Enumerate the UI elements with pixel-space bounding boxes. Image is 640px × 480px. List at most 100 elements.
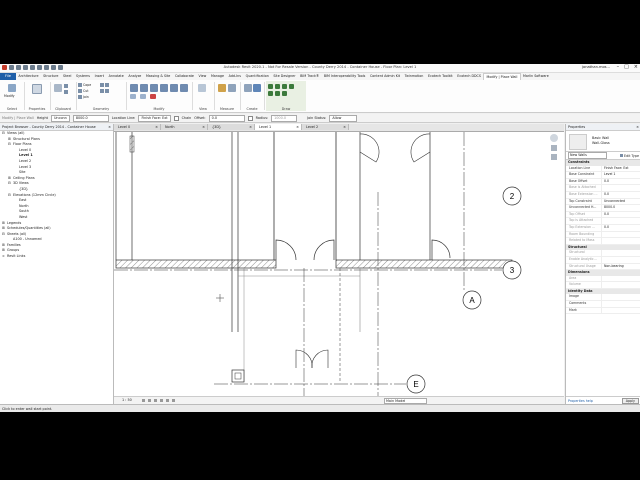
array-icon[interactable] (130, 94, 136, 99)
door-right-leaf[interactable] (313, 239, 335, 261)
property-value[interactable] (601, 231, 640, 238)
drawing-canvas[interactable]: 2 3 A E D B (114, 132, 564, 412)
grid-bubble-3[interactable]: 3 (502, 260, 522, 280)
temporary-hide-icon[interactable] (172, 399, 175, 402)
view-tab[interactable]: Level 1 × (255, 124, 302, 130)
polygon-draw-icon[interactable] (282, 84, 287, 89)
view-tab[interactable]: North × (161, 124, 208, 130)
close-icon[interactable]: × (202, 124, 205, 130)
move-icon[interactable] (160, 84, 168, 92)
paint-icon[interactable] (100, 89, 110, 93)
close-icon[interactable]: × (296, 124, 299, 130)
create-assembly-icon[interactable] (244, 84, 252, 92)
maximize-icon[interactable]: □ (624, 64, 629, 70)
edit-type-button[interactable]: Edit Type (619, 153, 639, 158)
close-icon[interactable]: × (636, 124, 639, 130)
ribbon-tab[interactable]: Analyze (126, 73, 144, 80)
property-value[interactable] (601, 294, 640, 301)
view-scale[interactable]: 1 : 50 (122, 398, 132, 402)
ribbon-tab[interactable]: Manage (209, 73, 227, 80)
ribbon-tab[interactable]: BIM Interoperability Tools (322, 73, 368, 80)
property-value[interactable] (601, 185, 640, 191)
property-value[interactable]: 0.0 (601, 211, 640, 218)
door-lower-right[interactable] (311, 349, 329, 369)
copy-clip-icon[interactable] (64, 90, 69, 94)
minimize-icon[interactable]: – (617, 64, 620, 70)
grid-bubble-2[interactable]: 2 (502, 186, 522, 206)
join-button[interactable]: Join (78, 95, 89, 99)
modify-cursor-icon[interactable] (8, 84, 16, 92)
property-value[interactable]: Non-bearing (601, 263, 640, 270)
circle-draw-icon[interactable] (289, 84, 294, 89)
rectangle-draw-icon[interactable] (275, 84, 280, 89)
height-input[interactable]: 8000.0 (72, 114, 109, 122)
offset-icon[interactable] (140, 84, 148, 92)
type-selector[interactable]: Basic Wall Wall-Glass (566, 131, 640, 152)
ribbon-tab[interactable]: Marlin Software (521, 73, 551, 80)
offset-input[interactable]: 0.0 (208, 114, 245, 122)
property-value[interactable] (601, 301, 640, 307)
ribbon-tab[interactable]: Content Admin Kit (368, 73, 403, 80)
ribbon-tab[interactable]: Add-Ins (226, 73, 243, 80)
property-value[interactable] (601, 307, 640, 314)
ribbon-tab[interactable]: Annotate (106, 73, 126, 80)
ribbon-tab[interactable]: Twinmotion (402, 73, 425, 80)
height-dropdown[interactable]: Unconn (50, 114, 70, 122)
user-name[interactable]: jonathan.mos... (582, 65, 610, 69)
delete-icon[interactable] (150, 94, 156, 99)
shadows-icon[interactable] (160, 399, 163, 402)
ribbon-tab[interactable]: Ecotech DDCS (455, 73, 483, 80)
location-line-dropdown[interactable]: Finish Face: Ext (138, 114, 171, 122)
ribbon-tab[interactable]: Ecotech Toolkit (426, 73, 455, 80)
chain-checkbox[interactable] (173, 115, 179, 121)
property-value[interactable] (601, 218, 640, 224)
modify-button[interactable]: Modify (4, 94, 15, 98)
property-value[interactable]: Finish Face: Ext (601, 165, 640, 172)
radius-checkbox[interactable] (247, 115, 253, 121)
close-icon[interactable]: × (108, 124, 111, 130)
view-tab[interactable]: {3D} × (208, 124, 255, 130)
property-value[interactable] (601, 275, 640, 282)
view-tab[interactable]: Level 2 × (302, 124, 349, 130)
close-icon[interactable]: × (155, 124, 158, 130)
property-value[interactable]: 0.0 (601, 224, 640, 231)
scale-icon[interactable] (140, 94, 146, 99)
cut-button[interactable]: Cut (78, 89, 89, 93)
property-value[interactable]: 0.0 (601, 178, 640, 185)
arc-draw-icon[interactable] (268, 91, 273, 96)
property-value[interactable]: Unconnected (601, 198, 640, 205)
ribbon-tab[interactable]: View (196, 73, 208, 80)
close-icon[interactable]: × (249, 124, 252, 130)
ribbon-tab[interactable]: Steel (61, 73, 74, 80)
radius-input[interactable]: 1000.0 (271, 114, 298, 122)
grid-bubble-e[interactable]: E (406, 374, 426, 394)
grid-bubble-a[interactable]: A (462, 290, 482, 310)
close-icon[interactable]: × (343, 124, 346, 130)
pick-lines-icon[interactable] (275, 91, 280, 96)
visual-style-icon[interactable] (148, 399, 151, 402)
measure-tool-icon[interactable] (218, 84, 226, 92)
property-value[interactable]: Level 1 (601, 172, 640, 178)
pick-faces-icon[interactable] (282, 91, 287, 96)
align-icon[interactable] (130, 84, 138, 92)
hatched-wall-right[interactable] (335, 259, 513, 269)
properties-icon[interactable] (32, 84, 42, 94)
ribbon-tab[interactable]: Systems (74, 73, 93, 80)
zoom-icon[interactable] (551, 154, 557, 160)
crop-view-icon[interactable] (166, 399, 169, 402)
instance-filter-dropdown[interactable]: New Walls (568, 152, 607, 159)
ribbon-tab[interactable]: Quantification (243, 73, 271, 80)
ribbon-tab[interactable]: Insert (92, 73, 106, 80)
detail-level-icon[interactable] (142, 399, 145, 402)
cut-clip-icon[interactable] (64, 84, 69, 88)
property-value[interactable] (601, 282, 640, 288)
ribbon-tab[interactable]: Site Designer (271, 73, 298, 80)
view-tab[interactable]: Level 0 × (114, 124, 161, 130)
apply-button[interactable]: Apply (621, 397, 639, 404)
hide-view-icon[interactable] (198, 84, 206, 92)
join-status-dropdown[interactable]: Allow (329, 114, 358, 122)
properties-help-link[interactable]: Properties help (568, 399, 593, 403)
line-draw-icon[interactable] (268, 84, 273, 89)
ribbon-tab[interactable]: Architecture (16, 73, 41, 80)
ribbon-tab[interactable]: Structure (41, 73, 61, 80)
